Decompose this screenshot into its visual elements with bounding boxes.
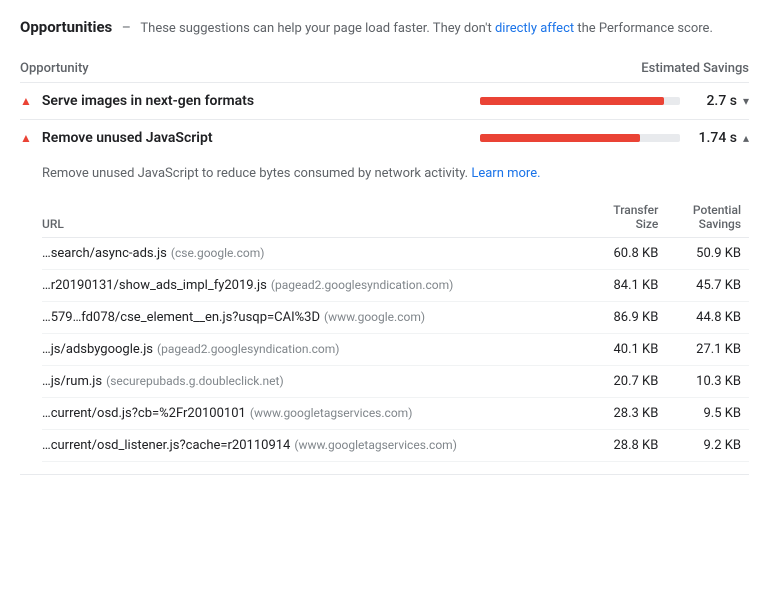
table-row: …js/adsbygoogle.js (pagead2.googlesyndica… [42, 333, 749, 365]
savings-remove-js: 1.74 s [692, 130, 737, 146]
dash: – [122, 20, 131, 36]
url-cell: …search/async-ads.js (cse.google.com) [42, 237, 588, 269]
url-main: …r20190131/show_ads_impl_fy2019.js [42, 278, 267, 293]
potential-savings-cell: 10.3 KB [666, 365, 749, 397]
url-main: …current/osd.js?cb=%2Fr20100101 [42, 406, 246, 421]
url-domain: (www.google.com) [324, 310, 425, 324]
transfer-size-cell: 86.9 KB [588, 301, 667, 333]
bar-remove-js [480, 134, 680, 142]
url-domain: (www.googletagservices.com) [250, 406, 413, 420]
col-savings-header: Estimated Savings [641, 61, 749, 76]
potential-savings-cell: 45.7 KB [666, 269, 749, 301]
chevron-remove-js[interactable]: ▴ [743, 131, 749, 145]
url-domain: (pagead2.googlesyndication.com) [271, 278, 453, 292]
warning-icon: ▲ [20, 94, 32, 108]
url-domain: (www.googletagservices.com) [294, 438, 457, 452]
table-row: …579…fd078/cse_element__en.js?usqp=CAI%3… [42, 301, 749, 333]
warning-icon-js: ▲ [20, 131, 32, 145]
url-cell: …current/osd.js?cb=%2Fr20100101 (www.goog… [42, 397, 588, 429]
url-main: …current/osd_listener.js?cache=r20110914 [42, 438, 290, 453]
col-opportunity-header: Opportunity [20, 61, 89, 76]
column-headers: Opportunity Estimated Savings [20, 55, 749, 83]
table-header-row: URL TransferSize PotentialSavings [42, 197, 749, 238]
url-cell: …current/osd_listener.js?cache=r20110914… [42, 429, 588, 461]
opportunity-row-remove-js: ▲ Remove unused JavaScript 1.74 s ▴ Remo… [20, 120, 749, 475]
section-title: Opportunities [20, 18, 112, 36]
url-cell: …r20190131/show_ads_impl_fy2019.js (pagea… [42, 269, 588, 301]
opportunities-header: Opportunities – These suggestions can he… [20, 16, 749, 39]
col-potential-header: PotentialSavings [666, 197, 749, 238]
potential-savings-cell: 50.9 KB [666, 237, 749, 269]
potential-savings-cell: 9.5 KB [666, 397, 749, 429]
table-row: …search/async-ads.js (cse.google.com) 60.8… [42, 237, 749, 269]
url-main: …579…fd078/cse_element__en.js?usqp=CAI%3… [42, 310, 320, 325]
opportunity-row-serve-images: ▲ Serve images in next-gen formats 2.7 s… [20, 83, 749, 120]
transfer-size-cell: 28.3 KB [588, 397, 667, 429]
url-domain: (pagead2.googlesyndication.com) [157, 342, 339, 356]
opportunity-main-serve-images[interactable]: ▲ Serve images in next-gen formats 2.7 s… [20, 83, 749, 119]
chevron-serve-images[interactable]: ▾ [743, 94, 749, 108]
url-main: …search/async-ads.js [42, 246, 167, 261]
savings-serve-images: 2.7 s [692, 93, 737, 109]
bar-fill-serve-images [480, 97, 664, 105]
opp-title-serve-images: Serve images in next-gen formats [42, 93, 480, 109]
transfer-size-cell: 40.1 KB [588, 333, 667, 365]
learn-more-link[interactable]: Learn more. [471, 166, 540, 181]
bar-serve-images [480, 97, 680, 105]
opp-title-remove-js: Remove unused JavaScript [42, 130, 480, 146]
potential-savings-cell: 27.1 KB [666, 333, 749, 365]
url-domain: (cse.google.com) [171, 246, 265, 260]
bar-fill-remove-js [480, 134, 640, 142]
directly-affect-link[interactable]: directly affect [495, 21, 574, 36]
transfer-size-cell: 28.8 KB [588, 429, 667, 461]
table-row: …js/rum.js (securepubads.g.doubleclick.ne… [42, 365, 749, 397]
transfer-size-cell: 60.8 KB [588, 237, 667, 269]
opportunity-main-remove-js[interactable]: ▲ Remove unused JavaScript 1.74 s ▴ [20, 120, 749, 156]
url-domain: (securepubads.g.doubleclick.net) [106, 374, 284, 388]
url-cell: …js/adsbygoogle.js (pagead2.googlesyndica… [42, 333, 588, 365]
transfer-size-cell: 84.1 KB [588, 269, 667, 301]
table-row: …current/osd.js?cb=%2Fr20100101 (www.goog… [42, 397, 749, 429]
potential-savings-cell: 44.8 KB [666, 301, 749, 333]
header-description: These suggestions can help your page loa… [140, 21, 712, 36]
url-table: URL TransferSize PotentialSavings …searc… [42, 197, 749, 462]
expanded-description: Remove unused JavaScript to reduce bytes… [42, 164, 749, 185]
url-cell: …579…fd078/cse_element__en.js?usqp=CAI%3… [42, 301, 588, 333]
url-cell: …js/rum.js (securepubads.g.doubleclick.ne… [42, 365, 588, 397]
url-main: …js/rum.js [42, 374, 102, 389]
col-url-header: URL [42, 197, 588, 238]
table-row: …current/osd_listener.js?cache=r20110914… [42, 429, 749, 461]
transfer-size-cell: 20.7 KB [588, 365, 667, 397]
table-row: …r20190131/show_ads_impl_fy2019.js (pagea… [42, 269, 749, 301]
url-main: …js/adsbygoogle.js [42, 342, 153, 357]
potential-savings-cell: 9.2 KB [666, 429, 749, 461]
col-transfer-header: TransferSize [588, 197, 667, 238]
expanded-section-remove-js: Remove unused JavaScript to reduce bytes… [20, 156, 749, 474]
